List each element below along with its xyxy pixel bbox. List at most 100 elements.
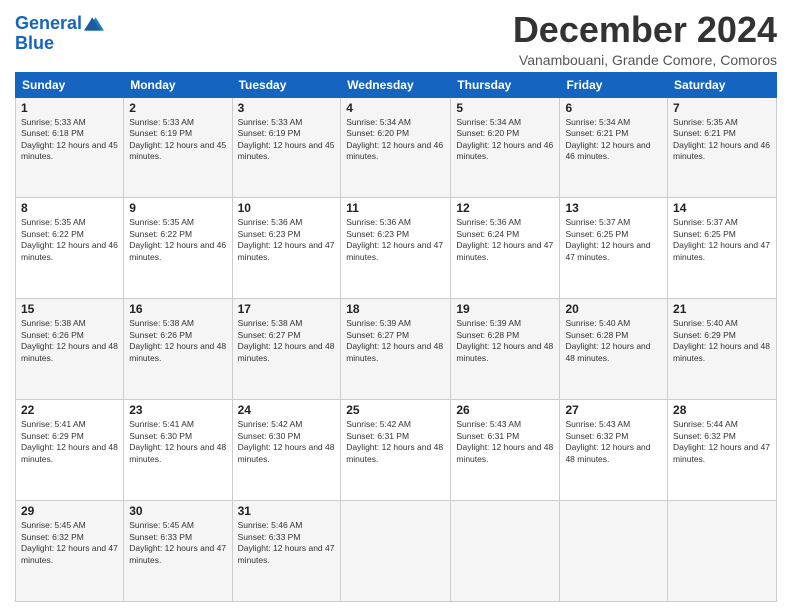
table-row: 7 Sunrise: 5:35 AMSunset: 6:21 PMDayligh…	[668, 97, 777, 198]
day-number: 23	[129, 403, 226, 417]
table-row: 5 Sunrise: 5:34 AMSunset: 6:20 PMDayligh…	[451, 97, 560, 198]
day-number: 10	[238, 201, 336, 215]
day-detail: Sunrise: 5:34 AMSunset: 6:20 PMDaylight:…	[456, 117, 553, 161]
day-number: 19	[456, 302, 554, 316]
day-detail: Sunrise: 5:39 AMSunset: 6:28 PMDaylight:…	[456, 318, 553, 362]
table-row: 25 Sunrise: 5:42 AMSunset: 6:31 PMDaylig…	[341, 400, 451, 501]
table-row: 2 Sunrise: 5:33 AMSunset: 6:19 PMDayligh…	[124, 97, 232, 198]
day-number: 8	[21, 201, 118, 215]
table-row: 17 Sunrise: 5:38 AMSunset: 6:27 PMDaylig…	[232, 299, 341, 400]
day-detail: Sunrise: 5:46 AMSunset: 6:33 PMDaylight:…	[238, 520, 335, 564]
table-row	[451, 501, 560, 602]
day-number: 17	[238, 302, 336, 316]
col-thursday: Thursday	[451, 72, 560, 97]
table-row: 13 Sunrise: 5:37 AMSunset: 6:25 PMDaylig…	[560, 198, 668, 299]
table-row: 16 Sunrise: 5:38 AMSunset: 6:26 PMDaylig…	[124, 299, 232, 400]
day-detail: Sunrise: 5:37 AMSunset: 6:25 PMDaylight:…	[565, 217, 650, 261]
day-detail: Sunrise: 5:38 AMSunset: 6:26 PMDaylight:…	[21, 318, 118, 362]
day-detail: Sunrise: 5:41 AMSunset: 6:29 PMDaylight:…	[21, 419, 118, 463]
table-row: 15 Sunrise: 5:38 AMSunset: 6:26 PMDaylig…	[16, 299, 124, 400]
day-detail: Sunrise: 5:38 AMSunset: 6:26 PMDaylight:…	[129, 318, 226, 362]
calendar-week-3: 15 Sunrise: 5:38 AMSunset: 6:26 PMDaylig…	[16, 299, 777, 400]
table-row: 19 Sunrise: 5:39 AMSunset: 6:28 PMDaylig…	[451, 299, 560, 400]
day-number: 13	[565, 201, 662, 215]
day-number: 20	[565, 302, 662, 316]
day-number: 21	[673, 302, 771, 316]
day-detail: Sunrise: 5:35 AMSunset: 6:21 PMDaylight:…	[673, 117, 770, 161]
day-detail: Sunrise: 5:34 AMSunset: 6:20 PMDaylight:…	[346, 117, 443, 161]
table-row: 28 Sunrise: 5:44 AMSunset: 6:32 PMDaylig…	[668, 400, 777, 501]
day-detail: Sunrise: 5:40 AMSunset: 6:29 PMDaylight:…	[673, 318, 770, 362]
day-number: 26	[456, 403, 554, 417]
day-number: 12	[456, 201, 554, 215]
table-row: 6 Sunrise: 5:34 AMSunset: 6:21 PMDayligh…	[560, 97, 668, 198]
day-number: 18	[346, 302, 445, 316]
day-number: 11	[346, 201, 445, 215]
day-number: 31	[238, 504, 336, 518]
table-row: 14 Sunrise: 5:37 AMSunset: 6:25 PMDaylig…	[668, 198, 777, 299]
calendar-table: Sunday Monday Tuesday Wednesday Thursday…	[15, 72, 777, 602]
table-row: 9 Sunrise: 5:35 AMSunset: 6:22 PMDayligh…	[124, 198, 232, 299]
day-detail: Sunrise: 5:45 AMSunset: 6:32 PMDaylight:…	[21, 520, 118, 564]
day-number: 5	[456, 101, 554, 115]
day-detail: Sunrise: 5:33 AMSunset: 6:18 PMDaylight:…	[21, 117, 118, 161]
day-detail: Sunrise: 5:33 AMSunset: 6:19 PMDaylight:…	[129, 117, 226, 161]
col-friday: Friday	[560, 72, 668, 97]
day-number: 4	[346, 101, 445, 115]
day-detail: Sunrise: 5:36 AMSunset: 6:24 PMDaylight:…	[456, 217, 553, 261]
day-number: 3	[238, 101, 336, 115]
month-title: December 2024	[513, 10, 777, 50]
col-tuesday: Tuesday	[232, 72, 341, 97]
table-row: 3 Sunrise: 5:33 AMSunset: 6:19 PMDayligh…	[232, 97, 341, 198]
day-number: 30	[129, 504, 226, 518]
logo-icon	[84, 14, 104, 34]
calendar-week-2: 8 Sunrise: 5:35 AMSunset: 6:22 PMDayligh…	[16, 198, 777, 299]
day-number: 7	[673, 101, 771, 115]
day-detail: Sunrise: 5:37 AMSunset: 6:25 PMDaylight:…	[673, 217, 770, 261]
page: General Blue December 2024 Vanambouani, …	[0, 0, 792, 612]
day-detail: Sunrise: 5:41 AMSunset: 6:30 PMDaylight:…	[129, 419, 226, 463]
day-detail: Sunrise: 5:45 AMSunset: 6:33 PMDaylight:…	[129, 520, 226, 564]
table-row: 4 Sunrise: 5:34 AMSunset: 6:20 PMDayligh…	[341, 97, 451, 198]
day-detail: Sunrise: 5:42 AMSunset: 6:30 PMDaylight:…	[238, 419, 335, 463]
title-area: December 2024 Vanambouani, Grande Comore…	[513, 10, 777, 68]
day-number: 2	[129, 101, 226, 115]
day-number: 14	[673, 201, 771, 215]
calendar-week-5: 29 Sunrise: 5:45 AMSunset: 6:32 PMDaylig…	[16, 501, 777, 602]
calendar-week-4: 22 Sunrise: 5:41 AMSunset: 6:29 PMDaylig…	[16, 400, 777, 501]
table-row: 29 Sunrise: 5:45 AMSunset: 6:32 PMDaylig…	[16, 501, 124, 602]
col-sunday: Sunday	[16, 72, 124, 97]
day-number: 28	[673, 403, 771, 417]
day-number: 29	[21, 504, 118, 518]
day-number: 25	[346, 403, 445, 417]
day-detail: Sunrise: 5:43 AMSunset: 6:31 PMDaylight:…	[456, 419, 553, 463]
day-number: 15	[21, 302, 118, 316]
table-row: 22 Sunrise: 5:41 AMSunset: 6:29 PMDaylig…	[16, 400, 124, 501]
table-row: 11 Sunrise: 5:36 AMSunset: 6:23 PMDaylig…	[341, 198, 451, 299]
table-row: 21 Sunrise: 5:40 AMSunset: 6:29 PMDaylig…	[668, 299, 777, 400]
table-row: 27 Sunrise: 5:43 AMSunset: 6:32 PMDaylig…	[560, 400, 668, 501]
header: General Blue December 2024 Vanambouani, …	[15, 10, 777, 68]
table-row: 31 Sunrise: 5:46 AMSunset: 6:33 PMDaylig…	[232, 501, 341, 602]
col-wednesday: Wednesday	[341, 72, 451, 97]
day-detail: Sunrise: 5:44 AMSunset: 6:32 PMDaylight:…	[673, 419, 770, 463]
table-row	[341, 501, 451, 602]
day-detail: Sunrise: 5:36 AMSunset: 6:23 PMDaylight:…	[238, 217, 335, 261]
table-row: 1 Sunrise: 5:33 AMSunset: 6:18 PMDayligh…	[16, 97, 124, 198]
day-number: 6	[565, 101, 662, 115]
logo-text: General	[15, 14, 82, 34]
col-monday: Monday	[124, 72, 232, 97]
table-row: 20 Sunrise: 5:40 AMSunset: 6:28 PMDaylig…	[560, 299, 668, 400]
table-row: 23 Sunrise: 5:41 AMSunset: 6:30 PMDaylig…	[124, 400, 232, 501]
day-number: 22	[21, 403, 118, 417]
day-detail: Sunrise: 5:33 AMSunset: 6:19 PMDaylight:…	[238, 117, 335, 161]
table-row: 12 Sunrise: 5:36 AMSunset: 6:24 PMDaylig…	[451, 198, 560, 299]
table-row: 10 Sunrise: 5:36 AMSunset: 6:23 PMDaylig…	[232, 198, 341, 299]
header-row: Sunday Monday Tuesday Wednesday Thursday…	[16, 72, 777, 97]
day-number: 16	[129, 302, 226, 316]
logo-text-blue: Blue	[15, 34, 104, 54]
table-row: 26 Sunrise: 5:43 AMSunset: 6:31 PMDaylig…	[451, 400, 560, 501]
day-detail: Sunrise: 5:38 AMSunset: 6:27 PMDaylight:…	[238, 318, 335, 362]
subtitle: Vanambouani, Grande Comore, Comoros	[513, 52, 777, 68]
day-detail: Sunrise: 5:40 AMSunset: 6:28 PMDaylight:…	[565, 318, 650, 362]
